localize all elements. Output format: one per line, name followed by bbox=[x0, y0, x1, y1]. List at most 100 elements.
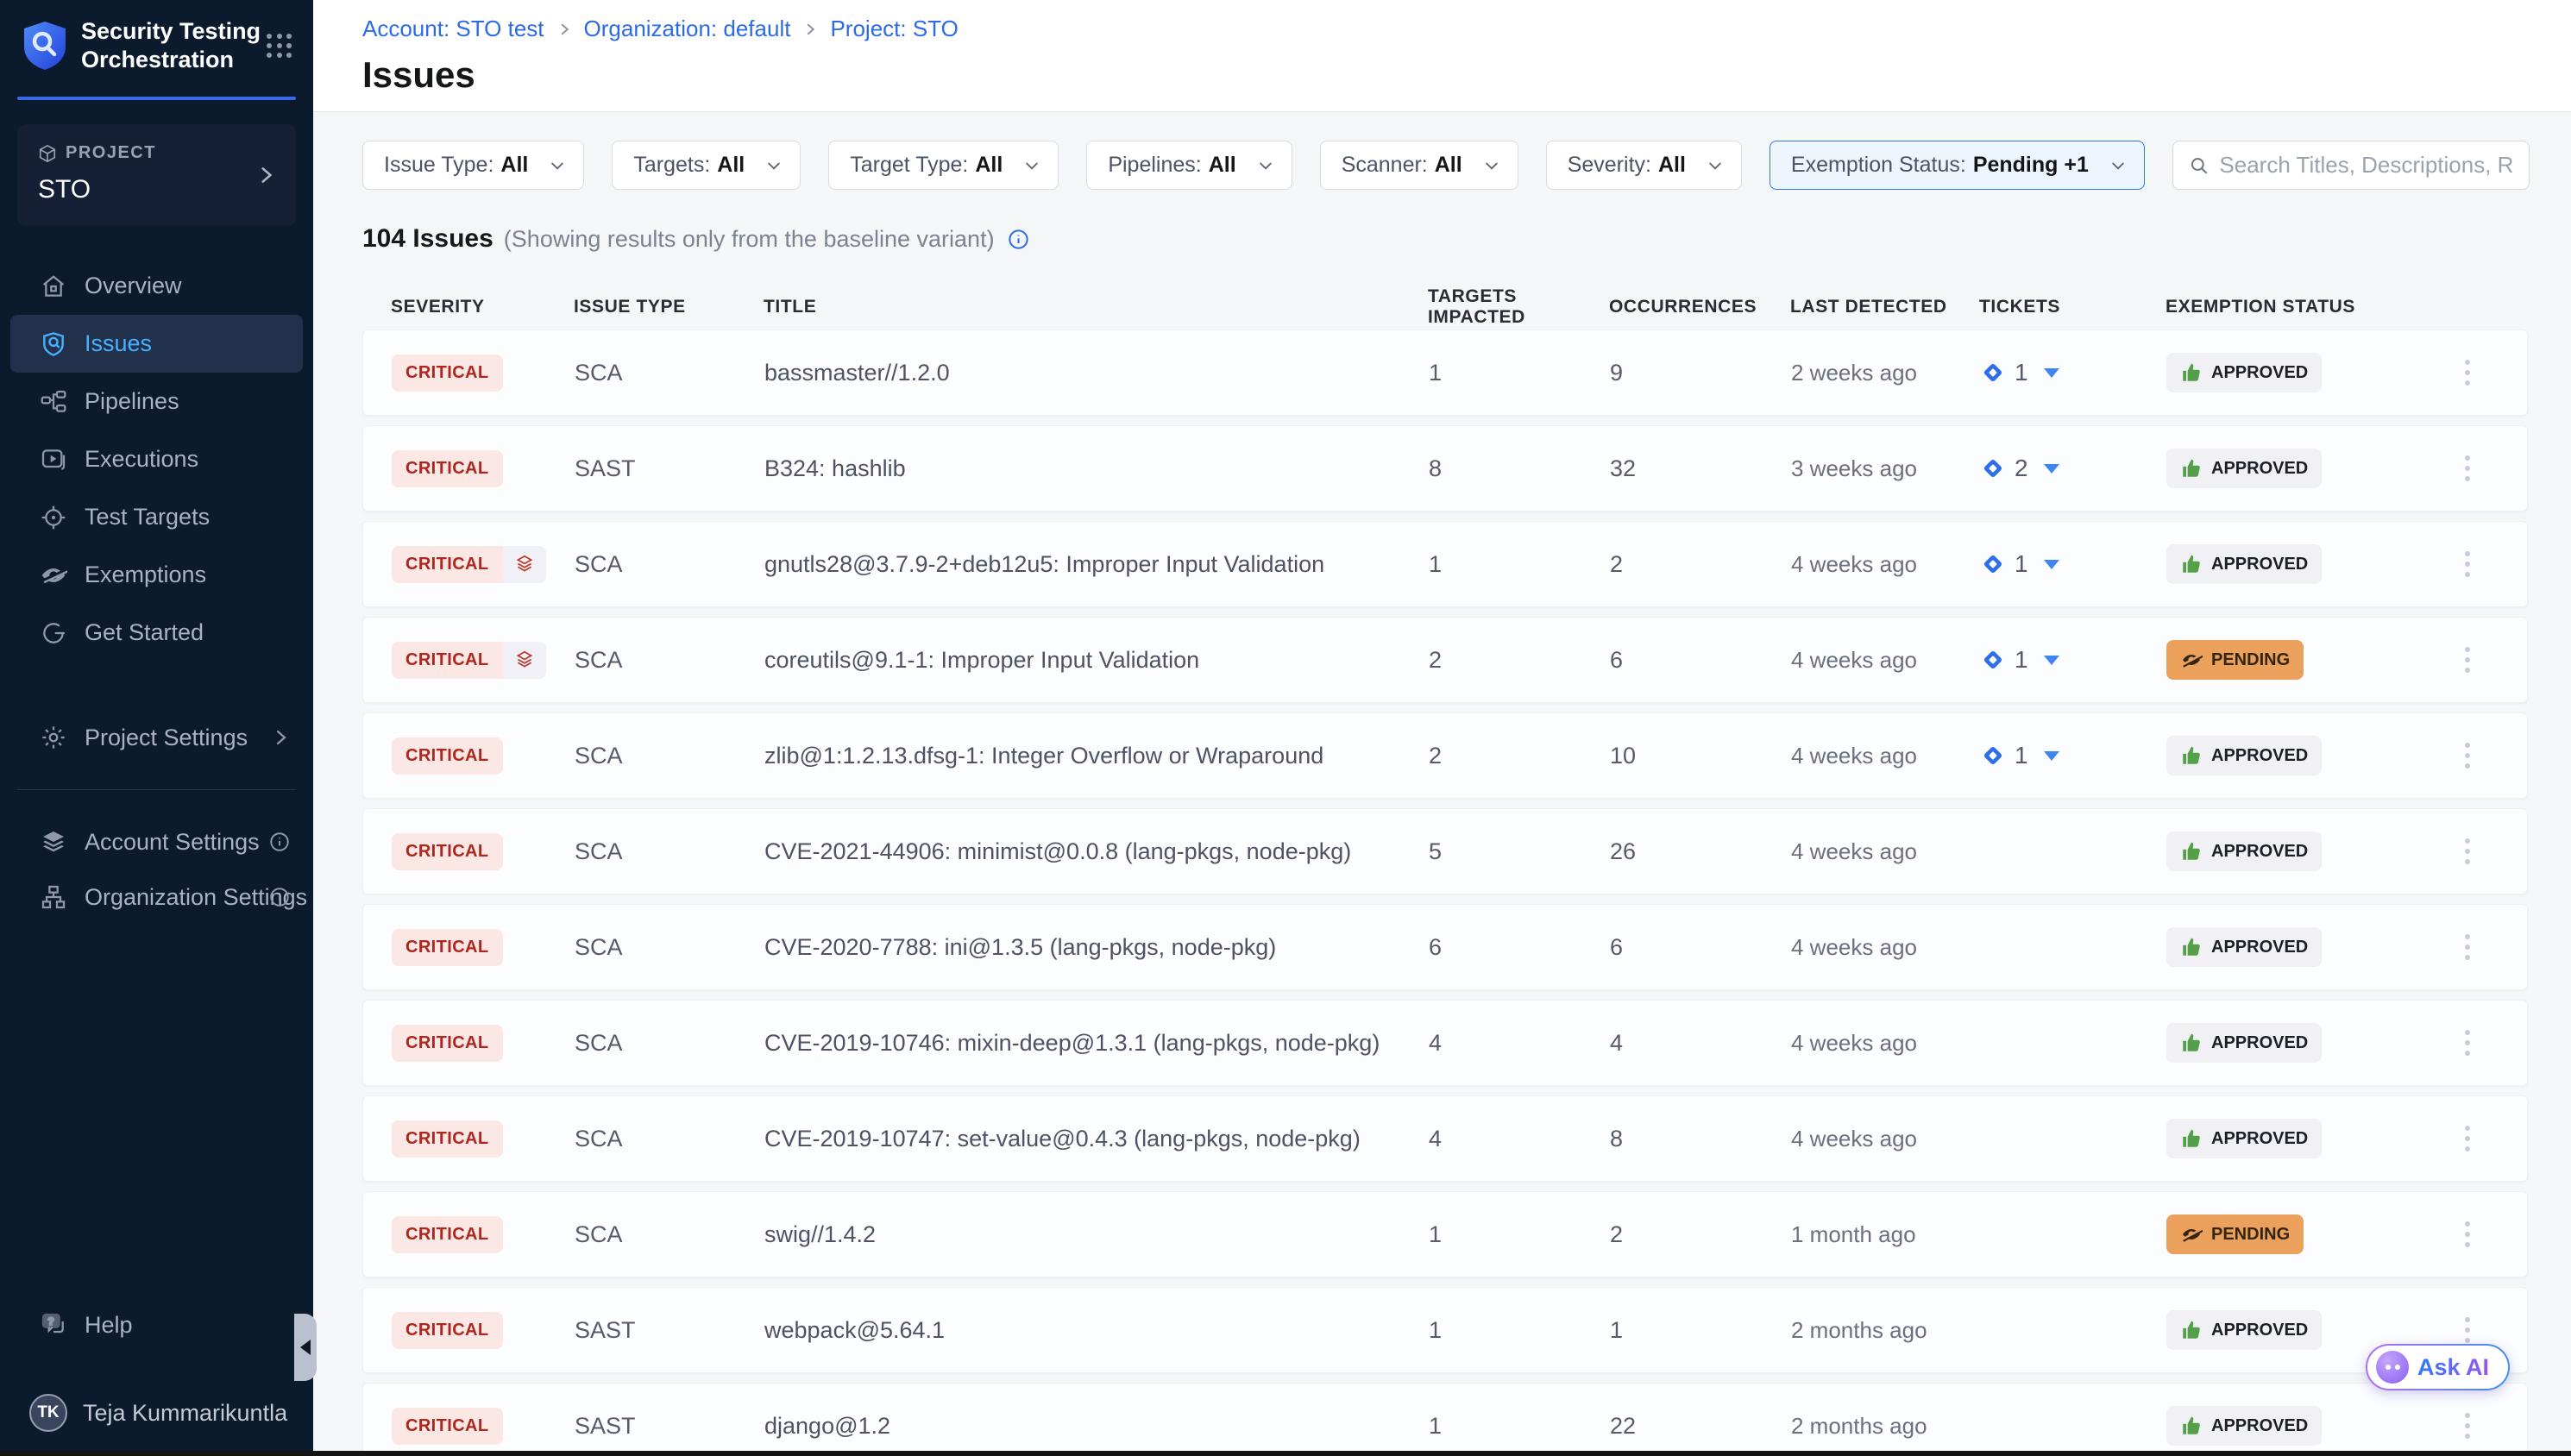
table-row[interactable]: CRITICAL SAST B324: hashlib 8 32 3 weeks… bbox=[362, 425, 2528, 511]
sidebar-item-pipelines[interactable]: Pipelines bbox=[0, 373, 313, 430]
table-row[interactable]: CRITICAL SCA swig//1.4.2 1 2 1 month ago… bbox=[362, 1191, 2528, 1277]
sidebar-item-project-settings[interactable]: Project Settings bbox=[0, 710, 313, 765]
table-row[interactable]: CRITICAL SCA CVE-2019-10747: set-value@0… bbox=[362, 1095, 2528, 1182]
occurrences-cell: 32 bbox=[1610, 455, 1791, 482]
table-row[interactable]: CRITICAL SCA CVE-2019-10746: mixin-deep@… bbox=[362, 1000, 2528, 1086]
sidebar-item-overview[interactable]: Overview bbox=[0, 257, 313, 315]
project-selector[interactable]: PROJECT STO bbox=[17, 124, 296, 226]
severity-badge: CRITICAL bbox=[392, 1312, 503, 1349]
user-profile[interactable]: TK Teja Kummarikuntla bbox=[0, 1394, 313, 1432]
table-row[interactable]: CRITICAL SCA zlib@1:1.2.13.dfsg-1: Integ… bbox=[362, 712, 2528, 799]
ticket-cell-content[interactable]: 1 bbox=[1980, 646, 2166, 674]
col-header-last-detected: LAST DETECTED bbox=[1790, 297, 1979, 317]
search-input[interactable] bbox=[2219, 152, 2513, 179]
info-icon[interactable] bbox=[1007, 228, 1030, 251]
row-menu-kebab-icon[interactable] bbox=[2456, 1213, 2479, 1256]
sidebar-item-executions[interactable]: Executions bbox=[0, 430, 313, 488]
sidebar-item-account-settings[interactable]: Account Settings bbox=[0, 814, 313, 869]
table-row[interactable]: CRITICAL SAST webpack@5.64.1 1 1 2 month… bbox=[362, 1287, 2528, 1373]
ticket-cell-content[interactable]: 2 bbox=[1980, 455, 2166, 482]
exemption-badge: APPROVED bbox=[2166, 1119, 2322, 1158]
table-row[interactable]: CRITICAL SCA CVE-2020-7788: ini@1.3.5 (l… bbox=[362, 904, 2528, 990]
row-menu-kebab-icon[interactable] bbox=[2456, 447, 2479, 490]
row-menu-kebab-icon[interactable] bbox=[2456, 1021, 2479, 1064]
table-row[interactable]: CRITICAL SCA coreutils@9.1-1: Improper I… bbox=[362, 617, 2528, 703]
sidebar-item-organization-settings[interactable]: Organization Settings bbox=[0, 869, 313, 925]
sidebar-item-label: Help bbox=[85, 1312, 133, 1339]
issue-title-cell[interactable]: bassmaster//1.2.0 bbox=[764, 360, 1429, 386]
breadcrumb-project-link[interactable]: Project: STO bbox=[830, 16, 958, 42]
sidebar-item-issues[interactable]: Issues bbox=[10, 315, 303, 373]
filter-target-type[interactable]: Target Type:All bbox=[828, 141, 1059, 190]
ticket-cell-content[interactable]: 1 bbox=[1980, 550, 2166, 578]
issue-title-cell[interactable]: gnutls28@3.7.9-2+deb12u5: Improper Input… bbox=[764, 551, 1429, 578]
breadcrumb-org-link[interactable]: Organization: default bbox=[584, 16, 791, 42]
row-menu-kebab-icon[interactable] bbox=[2456, 830, 2479, 873]
last-detected-cell: 3 weeks ago bbox=[1791, 455, 1980, 482]
chevron-down-icon bbox=[1707, 157, 1724, 174]
ticket-dropdown-caret-icon[interactable] bbox=[2044, 464, 2059, 474]
app-switcher-grid-icon[interactable] bbox=[267, 28, 292, 63]
ticket-cell-content[interactable]: 1 bbox=[1980, 359, 2166, 386]
issue-type-cell: SCA bbox=[575, 1126, 764, 1152]
table-row[interactable]: CRITICAL SCA CVE-2021-44906: minimist@0.… bbox=[362, 808, 2528, 894]
ticket-cell-content[interactable]: 1 bbox=[1980, 742, 2166, 769]
thumbs-up-icon bbox=[2180, 1032, 2203, 1054]
table-row[interactable]: CRITICAL SCA bassmaster//1.2.0 1 9 2 wee… bbox=[362, 329, 2528, 416]
info-icon[interactable] bbox=[268, 831, 291, 853]
filter-pipelines[interactable]: Pipelines:All bbox=[1086, 141, 1292, 190]
row-menu-kebab-icon[interactable] bbox=[2456, 638, 2479, 681]
filter-severity[interactable]: Severity:All bbox=[1546, 141, 1742, 190]
severity-label: CRITICAL bbox=[392, 546, 503, 583]
issues-count-row: 104 Issues (Showing results only from th… bbox=[362, 224, 2571, 254]
table-row[interactable]: CRITICAL SAST django@1.2 1 22 2 months a… bbox=[362, 1383, 2528, 1456]
issue-title-cell[interactable]: zlib@1:1.2.13.dfsg-1: Integer Overflow o… bbox=[764, 743, 1429, 769]
breadcrumb-account-link[interactable]: Account: STO test bbox=[362, 16, 544, 42]
ticket-dropdown-caret-icon[interactable] bbox=[2044, 560, 2059, 569]
row-menu-kebab-icon[interactable] bbox=[2456, 351, 2479, 394]
issue-title-cell[interactable]: swig//1.4.2 bbox=[764, 1221, 1429, 1248]
sidebar-item-label: Pipelines bbox=[85, 388, 179, 415]
filter-issue-type[interactable]: Issue Type:All bbox=[362, 141, 584, 190]
table-row[interactable]: CRITICAL SCA gnutls28@3.7.9-2+deb12u5: I… bbox=[362, 521, 2528, 607]
sidebar-collapse-handle[interactable] bbox=[294, 1314, 317, 1381]
issue-type-cell: SAST bbox=[575, 1317, 764, 1344]
issue-type-cell: SCA bbox=[575, 838, 764, 865]
sidebar-item-exemptions[interactable]: Exemptions bbox=[0, 546, 313, 604]
table-body: CRITICAL SCA bassmaster//1.2.0 1 9 2 wee… bbox=[362, 329, 2528, 1456]
issue-title-cell[interactable]: coreutils@9.1-1: Improper Input Validati… bbox=[764, 647, 1429, 674]
thumbs-up-icon bbox=[2180, 1127, 2203, 1150]
gear-icon bbox=[40, 724, 67, 751]
row-menu-kebab-icon[interactable] bbox=[2456, 1404, 2479, 1447]
ask-ai-button[interactable]: Ask AI bbox=[2366, 1344, 2510, 1390]
issue-title-cell[interactable]: CVE-2020-7788: ini@1.3.5 (lang-pkgs, nod… bbox=[764, 934, 1429, 961]
filter-exemption-status[interactable]: Exemption Status:Pending +1 bbox=[1770, 141, 2145, 190]
issue-title-cell[interactable]: CVE-2019-10747: set-value@0.4.3 (lang-pk… bbox=[764, 1126, 1429, 1152]
filters-bar: Issue Type:All Targets:All Target Type:A… bbox=[362, 141, 2530, 190]
chevron-right-icon bbox=[556, 22, 572, 37]
ask-ai-label: Ask AI bbox=[2417, 1354, 2489, 1381]
row-menu-kebab-icon[interactable] bbox=[2456, 1117, 2479, 1160]
sidebar-item-test-targets[interactable]: Test Targets bbox=[0, 488, 313, 546]
row-menu-kebab-icon[interactable] bbox=[2456, 543, 2479, 586]
info-icon[interactable] bbox=[268, 886, 291, 908]
severity-label: CRITICAL bbox=[392, 450, 503, 487]
issue-title-cell[interactable]: django@1.2 bbox=[764, 1413, 1429, 1440]
row-menu-kebab-icon[interactable] bbox=[2456, 926, 2479, 969]
pipelines-icon bbox=[40, 388, 67, 416]
exemption-status-label: APPROVED bbox=[2211, 938, 2308, 957]
row-menu-kebab-icon[interactable] bbox=[2456, 734, 2479, 777]
issue-title-cell[interactable]: CVE-2019-10746: mixin-deep@1.3.1 (lang-p… bbox=[764, 1030, 1429, 1057]
avatar[interactable]: TK bbox=[29, 1394, 67, 1432]
issue-title-cell[interactable]: webpack@5.64.1 bbox=[764, 1317, 1429, 1344]
filter-scanner[interactable]: Scanner:All bbox=[1320, 141, 1518, 190]
ticket-dropdown-caret-icon[interactable] bbox=[2044, 656, 2059, 665]
filter-targets[interactable]: Targets:All bbox=[612, 141, 801, 190]
issue-type-cell: SCA bbox=[575, 743, 764, 769]
issue-title-cell[interactable]: CVE-2021-44906: minimist@0.0.8 (lang-pkg… bbox=[764, 838, 1429, 865]
ticket-dropdown-caret-icon[interactable] bbox=[2044, 368, 2059, 378]
sidebar-item-get-started[interactable]: Get Started bbox=[0, 604, 313, 662]
issue-title-cell[interactable]: B324: hashlib bbox=[764, 455, 1429, 482]
ticket-dropdown-caret-icon[interactable] bbox=[2044, 751, 2059, 761]
sidebar-item-help[interactable]: ? Help bbox=[0, 1297, 313, 1352]
